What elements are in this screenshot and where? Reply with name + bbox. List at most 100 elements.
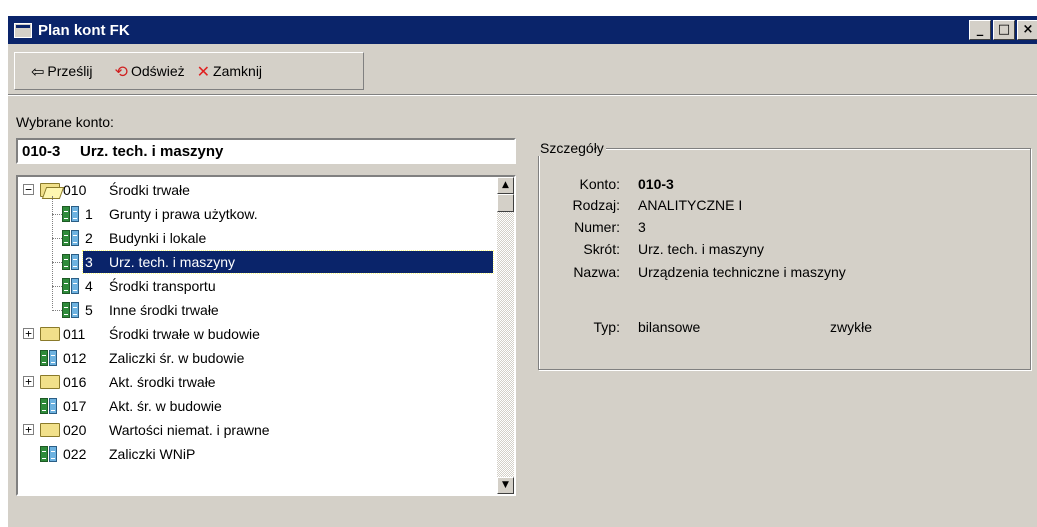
nazwa-label: Nazwa: xyxy=(573,264,620,280)
tree-item-label[interactable]: 022 Zaliczki WNiP xyxy=(61,443,199,465)
konto-label: Konto: xyxy=(579,176,620,192)
detail-nazwa: Nazwa: Urządzenia techniczne i maszyny xyxy=(538,264,1031,286)
expand-icon[interactable]: + xyxy=(23,376,34,387)
close-x-icon: ✕ xyxy=(196,61,211,81)
folder-icon xyxy=(40,327,60,341)
selected-account-code: 010-3 xyxy=(22,143,61,160)
typ-value: bilansowe xyxy=(638,319,701,335)
send-button[interactable]: ⇦ Prześlij xyxy=(25,56,99,86)
tree-item-code: 012 xyxy=(63,350,87,366)
tree-row[interactable]: 017 Akt. śr. w budowie xyxy=(18,394,496,418)
tree-item-code: 1 xyxy=(85,206,93,222)
minimize-button[interactable]: _ xyxy=(969,20,991,40)
tree-item-name: Wartości niemat. i prawne xyxy=(109,422,270,438)
rodzaj-label: Rodzaj: xyxy=(572,197,620,213)
tree-row[interactable]: − 010 Środki trwałe xyxy=(18,178,496,202)
tree-row[interactable]: 022 Zaliczki WNiP xyxy=(18,442,496,466)
scroll-down-button[interactable]: ▼ xyxy=(497,477,514,494)
tree-item-label[interactable]: 5 Inne środki trwałe xyxy=(83,299,223,321)
detail-typ: Typ: bilansowe zwykłe xyxy=(538,319,1031,341)
window-title: Plan kont FK xyxy=(38,21,130,39)
tree-row[interactable]: +016 Akt. środki trwałe xyxy=(18,370,496,394)
tree-item-name: Akt. środki trwałe xyxy=(109,374,216,390)
arrow-left-icon: ⇦ xyxy=(31,61,45,81)
tree-row[interactable]: +020 Wartości niemat. i prawne xyxy=(18,418,496,442)
tree-item-code: 022 xyxy=(63,446,87,462)
account-tree[interactable]: − 010 Środki trwałe 1 Grunty i prawa użytkow… xyxy=(16,175,516,496)
scroll-thumb[interactable] xyxy=(497,194,514,212)
close-button[interactable]: ✕ Zamknij xyxy=(191,56,268,86)
numer-value: 3 xyxy=(638,219,646,235)
tree-item-label[interactable]: 3 Urz. tech. i maszyny xyxy=(82,250,494,274)
toolbar: ⇦ Prześlij ⟲ Odśwież ✕ Zamknij xyxy=(14,52,364,90)
title-bar[interactable]: Plan kont FK _ □ × xyxy=(8,16,1037,44)
tree-connector xyxy=(52,238,62,239)
toolbar-divider xyxy=(8,94,1037,96)
account-icon xyxy=(62,254,80,270)
tree-row[interactable]: 3 Urz. tech. i maszyny xyxy=(18,250,496,274)
selected-account-field[interactable]: 010-3 Urz. tech. i maszyny xyxy=(16,138,516,164)
expand-icon[interactable]: + xyxy=(23,424,34,435)
tree-item-code: 016 xyxy=(63,374,87,390)
tree-row[interactable]: 5 Inne środki trwałe xyxy=(18,298,496,322)
tree-item-code: 010 xyxy=(63,182,87,198)
tree-item-code: 4 xyxy=(85,278,93,294)
account-icon xyxy=(40,398,58,414)
tree-scrollbar[interactable]: ▲ ▼ xyxy=(497,177,514,494)
details-title: Szczegóły xyxy=(538,140,606,156)
account-icon xyxy=(62,230,80,246)
tree-connector xyxy=(52,214,62,215)
tree-item-name: Zaliczki śr. w budowie xyxy=(109,350,245,366)
tree-item-label[interactable]: 012 Zaliczki śr. w budowie xyxy=(61,347,248,369)
window-icon xyxy=(14,22,32,38)
rodzaj-value: ANALITYCZNE I xyxy=(638,197,743,213)
close-label: Zamknij xyxy=(213,63,263,79)
tree-connector xyxy=(52,286,62,287)
account-icon xyxy=(62,278,80,294)
nazwa-value: Urządzenia techniczne i maszyny xyxy=(638,264,846,280)
tree-item-label[interactable]: 020 Wartości niemat. i prawne xyxy=(61,419,274,441)
tree-item-name: Grunty i prawa użytkow. xyxy=(109,206,258,222)
tree-row[interactable]: 012 Zaliczki śr. w budowie xyxy=(18,346,496,370)
close-window-button[interactable]: × xyxy=(1017,20,1037,40)
folder-icon xyxy=(40,423,60,437)
scroll-up-button[interactable]: ▲ xyxy=(497,177,514,194)
tree-row[interactable]: 1 Grunty i prawa użytkow. xyxy=(18,202,496,226)
tree-item-name: Inne środki trwałe xyxy=(109,302,219,318)
tree-item-label[interactable]: 1 Grunty i prawa użytkow. xyxy=(83,203,262,225)
tree-item-label[interactable]: 011 Środki trwałe w budowie xyxy=(61,323,264,345)
konto-value: 010-3 xyxy=(638,176,674,192)
refresh-button[interactable]: ⟲ Odśwież xyxy=(109,56,191,86)
tree-item-code: 2 xyxy=(85,230,93,246)
tree-item-name: Akt. śr. w budowie xyxy=(109,398,222,414)
numer-label: Numer: xyxy=(574,219,620,235)
account-icon xyxy=(62,206,80,222)
tree-item-name: Środki transportu xyxy=(109,278,216,294)
maximize-button[interactable]: □ xyxy=(993,20,1015,40)
collapse-icon[interactable]: − xyxy=(23,184,34,195)
expand-icon[interactable]: + xyxy=(23,328,34,339)
detail-konto: Konto: 010-3 xyxy=(538,176,1031,198)
tree-item-label[interactable]: 010 Środki trwałe xyxy=(61,179,194,201)
tree-item-label[interactable]: 4 Środki transportu xyxy=(83,275,220,297)
send-label: Prześlij xyxy=(47,63,93,79)
tree-item-label[interactable]: 016 Akt. środki trwałe xyxy=(61,371,220,393)
account-icon xyxy=(62,302,80,318)
tree-item-code: 017 xyxy=(63,398,87,414)
refresh-icon: ⟲ xyxy=(114,61,128,81)
tree-item-label[interactable]: 2 Budynki i lokale xyxy=(83,227,210,249)
tree-row[interactable]: 4 Środki transportu xyxy=(18,274,496,298)
app-window: Plan kont FK _ □ × ⇦ Prześlij ⟲ Odśwież … xyxy=(6,14,1037,527)
tree-item-code: 3 xyxy=(85,254,93,270)
tree-item-name: Środki trwałe xyxy=(109,182,190,198)
folder-open-icon xyxy=(40,183,60,197)
account-icon xyxy=(40,446,58,462)
typ-label: Typ: xyxy=(593,319,620,335)
skrot-value: Urz. tech. i maszyny xyxy=(638,241,765,257)
folder-icon xyxy=(40,375,60,389)
tree-row[interactable]: 2 Budynki i lokale xyxy=(18,226,496,250)
detail-skrot: Skrót: Urz. tech. i maszyny xyxy=(538,241,1031,263)
tree-item-label[interactable]: 017 Akt. śr. w budowie xyxy=(61,395,226,417)
tree-item-name: Zaliczki WNiP xyxy=(109,446,196,462)
tree-row[interactable]: +011 Środki trwałe w budowie xyxy=(18,322,496,346)
